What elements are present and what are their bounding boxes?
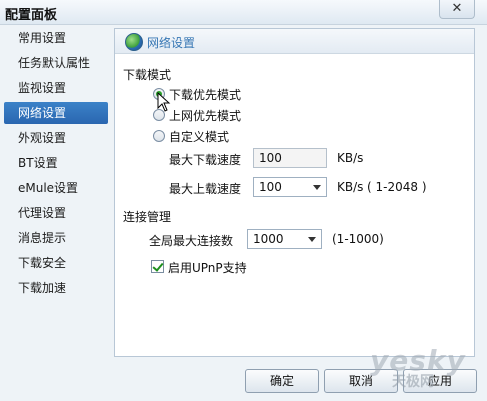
sidebar-item-notifications[interactable]: 消息提示 <box>4 227 108 249</box>
sidebar-item-general[interactable]: 常用设置 <box>4 27 108 49</box>
mouse-cursor-icon <box>157 92 171 112</box>
settings-panel: 网络设置 下载模式 下载优先模式 上网优先模式 自定义模式 最大下载速度 100… <box>114 28 475 357</box>
max-download-unit: KB/s <box>337 151 364 165</box>
close-button[interactable]: ✕ <box>439 0 475 19</box>
radio-download-priority-label: 下载优先模式 <box>169 88 242 102</box>
sidebar: 常用设置 任务默认属性 监视设置 网络设置 外观设置 BT设置 eMule设置 … <box>0 26 112 331</box>
max-upload-label: 最大上载速度 <box>169 182 242 196</box>
chevron-down-icon <box>313 185 321 190</box>
sidebar-item-download-security[interactable]: 下载安全 <box>4 252 108 274</box>
radio-custom-mode-label: 自定义模式 <box>169 130 230 144</box>
window-title: 配置面板 <box>5 8 58 23</box>
sidebar-item-appearance[interactable]: 外观设置 <box>4 127 108 149</box>
panel-header: 网络设置 <box>115 29 474 54</box>
chevron-down-icon <box>308 237 316 242</box>
radio-custom-mode[interactable] <box>153 130 165 142</box>
max-upload-unit: KB/s <box>337 180 364 194</box>
max-download-input[interactable]: 100 <box>253 148 327 168</box>
max-connections-range: (1-1000) <box>332 232 384 246</box>
checkmark-icon <box>152 260 164 272</box>
panel-title: 网络设置 <box>147 36 196 50</box>
max-upload-value: 100 <box>259 180 282 194</box>
title-bar: 配置面板 ✕ <box>0 0 487 25</box>
upnp-label: 启用UPnP支持 <box>168 261 247 275</box>
sidebar-item-proxy[interactable]: 代理设置 <box>4 202 108 224</box>
sidebar-item-monitor[interactable]: 监视设置 <box>4 77 108 99</box>
max-connections-label: 全局最大连接数 <box>149 234 234 248</box>
close-icon: ✕ <box>451 1 463 16</box>
sidebar-item-network[interactable]: 网络设置 <box>4 102 108 124</box>
max-connections-select[interactable]: 1000 <box>247 229 322 249</box>
max-upload-select[interactable]: 100 <box>253 177 327 197</box>
watermark-sub: 天极网 <box>392 374 434 390</box>
max-download-label: 最大下载速度 <box>169 153 242 167</box>
connection-heading: 连接管理 <box>123 210 172 224</box>
globe-icon <box>125 33 143 51</box>
sidebar-item-emule[interactable]: eMule设置 <box>4 177 108 199</box>
sidebar-item-bt[interactable]: BT设置 <box>4 152 108 174</box>
download-mode-heading: 下载模式 <box>123 68 172 82</box>
radio-browse-priority-label: 上网优先模式 <box>169 109 242 123</box>
ok-button[interactable]: 确定 <box>245 369 319 393</box>
upnp-checkbox[interactable] <box>151 260 164 273</box>
max-upload-range: ( 1-2048 ) <box>367 180 427 194</box>
max-connections-value: 1000 <box>253 232 284 246</box>
sidebar-item-download-acceleration[interactable]: 下载加速 <box>4 277 108 299</box>
sidebar-item-task-defaults[interactable]: 任务默认属性 <box>4 52 108 74</box>
